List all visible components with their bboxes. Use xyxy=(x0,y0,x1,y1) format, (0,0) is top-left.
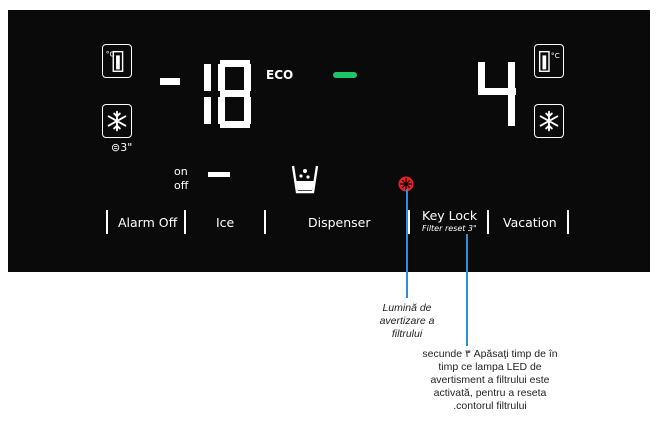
key-lock-annotation: secunde ۳ Apăsaţi timp de în timp ce lam… xyxy=(422,348,558,412)
separator xyxy=(487,210,489,234)
ice-button[interactable]: Ice xyxy=(216,215,234,230)
separator xyxy=(264,210,266,234)
eco-indicator xyxy=(333,72,357,78)
dispenser-button[interactable]: Dispenser xyxy=(308,215,371,230)
key-lock-button[interactable]: Key Lock xyxy=(422,208,477,223)
on-label: on xyxy=(174,165,188,178)
separator xyxy=(567,210,569,234)
power-freeze-button[interactable] xyxy=(102,104,132,138)
separator xyxy=(106,210,108,234)
freezer-minus-segment xyxy=(160,78,180,85)
lock-icon: ⊜ xyxy=(111,141,121,154)
fridge-temperature-display xyxy=(478,62,516,126)
svg-text:°C: °C xyxy=(551,51,560,60)
freezer-thermometer-icon: °C xyxy=(106,49,124,72)
eco-label: ECO xyxy=(266,68,294,82)
key-lock-callout-line xyxy=(466,234,468,346)
freezer-temp-button[interactable]: °C xyxy=(102,44,132,78)
snowflake-icon xyxy=(107,110,127,132)
filter-led-annotation: Lumină de avertizare a filtrului xyxy=(379,302,435,340)
water-glass-icon xyxy=(291,165,319,194)
off-label: off xyxy=(174,179,189,192)
fridge-thermometer-icon: °C xyxy=(538,50,560,72)
ice-off-segment xyxy=(208,172,230,177)
separator xyxy=(408,210,410,234)
separator xyxy=(184,210,186,234)
power-cool-button[interactable] xyxy=(534,104,564,138)
snowflake-icon xyxy=(539,110,559,132)
filter-led-callout-line xyxy=(406,189,408,298)
freezer-temperature-display xyxy=(204,60,251,128)
vacation-button[interactable]: Vacation xyxy=(503,215,557,230)
fridge-temp-button[interactable]: °C xyxy=(534,44,564,78)
filter-reset-label: Filter reset 3" xyxy=(422,224,477,233)
alarm-off-button[interactable]: Alarm Off xyxy=(118,215,177,230)
power-freeze-hold-label: ⊜3" xyxy=(111,141,133,154)
